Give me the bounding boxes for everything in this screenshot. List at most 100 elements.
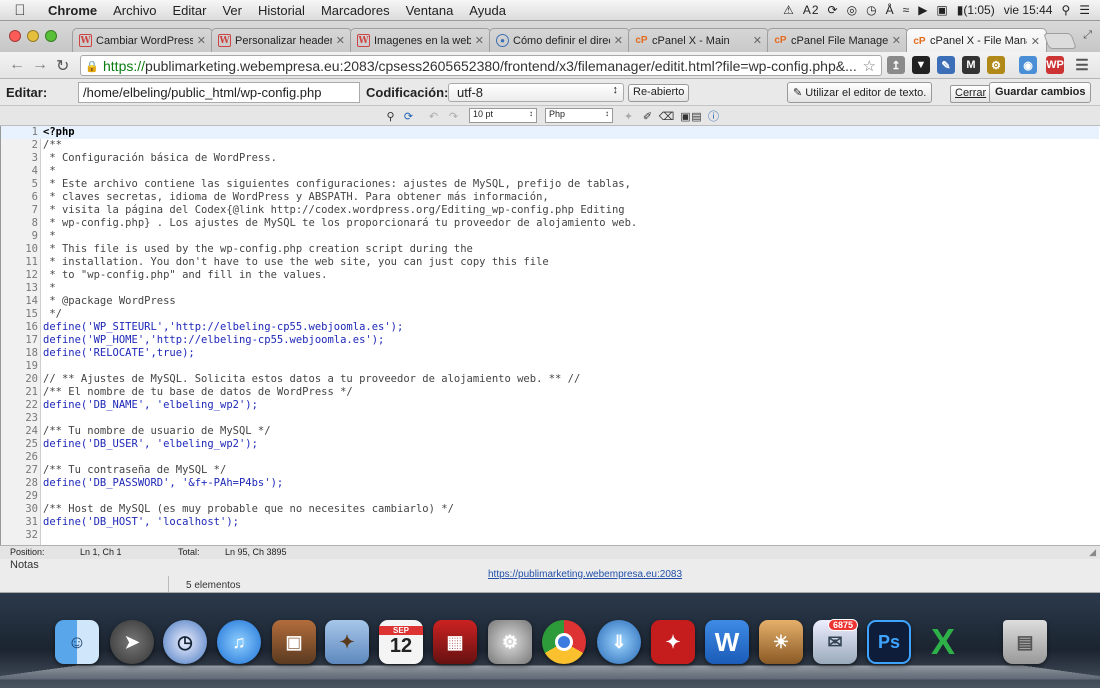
launchpad-icon[interactable]: ➤ <box>110 620 154 664</box>
back-arrow-icon[interactable]: ← <box>9 56 25 74</box>
movie-icon[interactable]: ▦ <box>433 620 477 664</box>
code-line: 4 * <box>1 165 1099 178</box>
window-zoom-button[interactable] <box>45 30 57 42</box>
tab-cpanel-file-editor[interactable]: cP cPanel X - File Mana ✕ <box>906 28 1047 53</box>
acrobat-icon[interactable]: ✦ <box>651 620 695 664</box>
close-button[interactable]: Cerrar <box>950 85 992 103</box>
lock-icon[interactable]: 🔒 <box>85 60 99 73</box>
time-machine-icon[interactable]: ◷ <box>866 3 876 17</box>
code-editor[interactable]: 1 <?php 2/** 3 * Configuración básica de Wo… <box>0 126 1100 545</box>
bell-icon[interactable]: ⚠ <box>783 3 794 17</box>
close-tab-icon[interactable]: ✕ <box>892 34 901 47</box>
forward-arrow-icon[interactable]: → <box>32 56 48 74</box>
trash-icon[interactable]: ▤ <box>1003 620 1047 664</box>
background-link[interactable]: https://publimarketing.webempresa.eu:208… <box>488 569 682 580</box>
close-tab-icon[interactable]: ✕ <box>753 34 762 47</box>
battery-icon[interactable]: ▮(1:05) <box>957 3 995 17</box>
encoding-select[interactable]: utf-8 ↕ <box>448 83 624 102</box>
itunes-icon[interactable]: ♫ <box>217 620 261 664</box>
replace-icon[interactable]: ⟳ <box>401 109 416 123</box>
help-icon[interactable]: ⓘ <box>706 109 721 123</box>
url-text[interactable]: https://publimarketing.webempresa.eu:208… <box>103 58 863 74</box>
photoshop-icon[interactable]: Ps <box>867 620 911 664</box>
background-finder-window: Notas 5 elementos https://publimarketing… <box>0 559 1100 593</box>
font-size-select[interactable]: 10 pt ↕ <box>469 108 537 123</box>
tab-cpanel-file-manager[interactable]: cP cPanel File Manager ✕ <box>767 28 908 52</box>
tab-imagenes-web[interactable]: W Imagenes en la web ✕ <box>350 28 491 52</box>
spotlight-icon[interactable]: ⚲ <box>1061 3 1070 17</box>
address-bar[interactable]: 🔒 https://publimarketing.webempresa.eu:2… <box>80 55 882 76</box>
screenshot-extension-icon[interactable]: ✎ <box>937 56 955 74</box>
close-tab-icon[interactable]: ✕ <box>197 34 206 47</box>
menu-marcadores[interactable]: Marcadores <box>313 3 398 18</box>
use-text-editor-button[interactable]: ✎ Utilizar el editor de texto. <box>787 82 933 103</box>
drive-icon[interactable]: A 2 <box>803 3 819 17</box>
iphoto-icon[interactable]: ☀ <box>759 620 803 664</box>
word-wrap-icon[interactable]: ▤ <box>689 109 704 123</box>
close-tab-icon[interactable]: ✕ <box>336 34 345 47</box>
chrome-icon[interactable] <box>542 620 586 664</box>
system-preferences-icon[interactable]: ⚙ <box>488 620 532 664</box>
volume-icon[interactable]: ▶ <box>918 3 927 17</box>
tab-cambiar-wordpress[interactable]: W Cambiar WordPress ✕ <box>72 28 213 52</box>
alarm-clock-icon[interactable]: ◷ <box>163 620 207 664</box>
window-minimize-button[interactable] <box>27 30 39 42</box>
editor-status-bar: Position: Ln 1, Ch 1 Total: Ln 95, Ch 38… <box>0 545 1100 559</box>
calendar-icon[interactable]: SEP 12 <box>379 620 423 664</box>
resize-grip-icon[interactable]: ◢ <box>1089 547 1096 558</box>
tab-como-definir[interactable]: ● Cómo definir el direc ✕ <box>489 28 630 52</box>
highlight-icon[interactable]: ✦ <box>621 109 636 123</box>
save-changes-button[interactable]: Guardar cambios <box>989 82 1092 103</box>
file-path-field[interactable]: /home/elbeling/public_html/wp-config.php <box>78 82 360 103</box>
close-tab-icon[interactable]: ✕ <box>1031 35 1040 48</box>
reopen-button[interactable]: Re-abierto <box>628 84 690 102</box>
reload-icon[interactable]: ↻ <box>56 56 69 76</box>
m-extension-icon[interactable]: M <box>962 56 980 74</box>
network-icon[interactable]: ⇓ <box>597 620 641 664</box>
eye-icon[interactable]: ◎ <box>847 3 857 17</box>
code-line: 28 define('DB_PASSWORD', '&f+-PAh=P4bs'); <box>1 477 1099 490</box>
notification-center-icon[interactable]: ☰ <box>1079 3 1090 17</box>
window-close-button[interactable] <box>9 30 21 42</box>
menu-app-chrome[interactable]: Chrome <box>40 3 105 18</box>
sync-icon[interactable]: ⟳ <box>828 3 838 17</box>
pocket-extension-icon[interactable]: ▼ <box>912 56 930 74</box>
eraser-icon[interactable]: ⌫ <box>659 109 675 123</box>
word-icon[interactable]: W <box>705 620 749 664</box>
wifi-icon[interactable]: ≈ <box>903 3 910 17</box>
brush-icon[interactable]: ✐ <box>640 109 655 123</box>
menu-ayuda[interactable]: Ayuda <box>461 3 514 18</box>
clock[interactable]: vie 15:44 <box>1004 3 1053 17</box>
tab-cpanel-main[interactable]: cP cPanel X - Main ✕ <box>628 28 769 52</box>
code-text: * <box>43 230 56 242</box>
menu-historial[interactable]: Historial <box>250 3 313 18</box>
new-tab-button[interactable] <box>1043 33 1077 49</box>
menu-archivo[interactable]: Archivo <box>105 3 164 18</box>
close-tab-icon[interactable]: ✕ <box>475 34 484 47</box>
bookmark-star-icon[interactable]: ☆ <box>863 57 881 75</box>
redo-icon[interactable]: ↷ <box>446 109 461 123</box>
notes-label[interactable]: Notas <box>10 559 39 571</box>
preview-icon[interactable]: ✦ <box>325 620 369 664</box>
finder-icon[interactable]: ☺ <box>55 620 99 664</box>
bluetooth-icon[interactable]: Å <box>886 3 894 17</box>
apple-menu-icon[interactable]:  <box>0 2 40 19</box>
menu-ver[interactable]: Ver <box>214 3 250 18</box>
undo-icon[interactable]: ↶ <box>426 109 441 123</box>
syntax-select[interactable]: Php ↕ <box>545 108 613 123</box>
tab-personalizar-header[interactable]: W Personalizar header ✕ <box>211 28 352 52</box>
excel-icon[interactable]: X <box>921 620 965 664</box>
chrome-menu-icon[interactable]: ☰ <box>1073 56 1091 74</box>
display-icon[interactable]: ▣ <box>936 3 947 17</box>
menu-ventana[interactable]: Ventana <box>398 3 462 18</box>
lightbulb-extension-icon[interactable]: ◉ <box>1019 56 1037 74</box>
photo-browser-icon[interactable]: ▣ <box>272 620 316 664</box>
wp-extension-icon[interactable]: WP <box>1046 56 1064 74</box>
share-extension-icon[interactable]: ↥ <box>887 56 905 74</box>
fullscreen-icon[interactable]: ⤢ <box>1083 29 1092 42</box>
gear-extension-icon[interactable]: ⚙ <box>987 56 1005 74</box>
find-icon[interactable]: ⚲ <box>383 109 398 123</box>
close-tab-icon[interactable]: ✕ <box>614 34 623 47</box>
menu-editar[interactable]: Editar <box>164 3 214 18</box>
line-number: 11 <box>25 256 38 268</box>
